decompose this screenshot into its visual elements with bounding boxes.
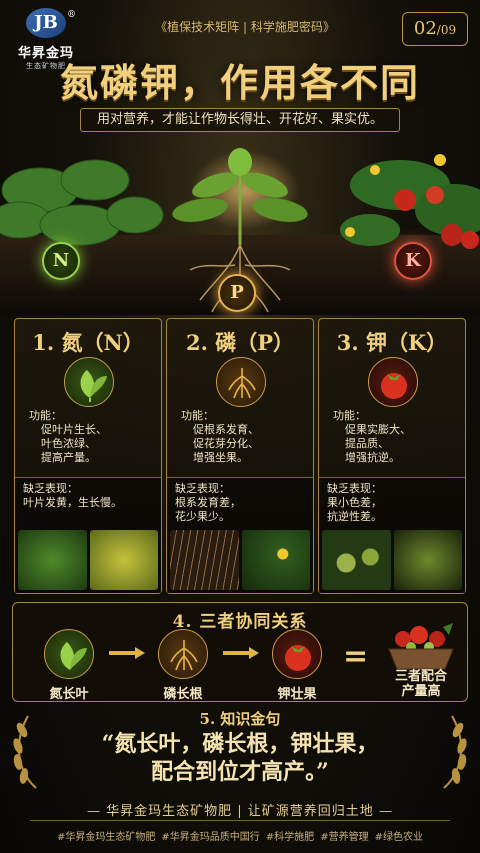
potassium-badge: K xyxy=(394,242,432,280)
function-label: 功能： xyxy=(333,409,366,422)
function-item: 促果实膨大、 xyxy=(345,423,411,436)
potassium-card: 3. 钾（K） 功能： 促果实膨大、 提品质、 增强抗逆。 缺乏表现： 果小色差… xyxy=(318,318,466,594)
function-label: 功能： xyxy=(29,409,62,422)
deficiency-section: 缺乏表现： 叶片发黄，生长慢。 xyxy=(15,477,161,593)
hashtag[interactable]: #绿色农业 xyxy=(375,828,423,843)
function-item: 叶色浓绿、 xyxy=(41,437,96,450)
quote-section: 5. 知识金句 “氮长叶，磷长根，钾壮果， 配合到位才高产。” xyxy=(30,708,450,794)
hero-scene: N P K xyxy=(0,140,480,315)
function-item: 提高产量。 xyxy=(41,451,96,464)
card-title: 2. 磷（P） xyxy=(185,330,295,355)
nitrogen-card: 1. 氮（N） 功能： 促叶片生长、 叶色浓绿、 提高产量。 缺乏表现： 叶片发… xyxy=(14,318,162,594)
deficiency-text: 缺乏表现： 根系发育差， 花少果少。 xyxy=(175,482,241,524)
phosphorus-badge: P xyxy=(218,274,256,312)
root-photo xyxy=(170,530,239,590)
damaged-leaf-photo xyxy=(393,530,462,590)
deficiency-section: 缺乏表现： 根系发育差， 花少果少。 xyxy=(167,477,313,593)
synergy-section: 4. 三者协同关系 氮长叶 磷长根 钾壮果 = 三者配合 产量高 xyxy=(12,602,468,702)
quote-text: “氮长叶，磷长根，钾壮果， 配合到位才高产。” xyxy=(30,730,450,786)
page-current: 02 xyxy=(413,18,437,39)
leafy-plant-icon xyxy=(0,159,164,246)
green-tomatoes-photo xyxy=(322,530,391,590)
deficiency-label: 缺乏表现： xyxy=(327,482,382,495)
deficiency-photos xyxy=(322,530,462,590)
synergy-label: 氮长叶 xyxy=(49,687,89,702)
quote-line: “氮长叶，磷长根，钾壮果， xyxy=(101,731,379,757)
deficiency-line: 抗逆性差。 xyxy=(327,510,382,523)
synergy-label: 磷长根 xyxy=(163,687,203,702)
page-indicator: 02/09 xyxy=(402,12,468,46)
subtitle: 用对营养，才能让作物长得壮、开花好、果实优。 xyxy=(80,108,400,132)
function-list: 功能： 促叶片生长、 叶色浓绿、 提高产量。 xyxy=(29,409,107,465)
roots-icon xyxy=(216,357,266,407)
card-title: 1. 氮（N） xyxy=(32,330,144,355)
function-item: 促叶片生长、 xyxy=(41,423,107,436)
function-item: 提品质、 xyxy=(345,437,389,450)
hashtag[interactable]: #华昇金玛生态矿物肥 xyxy=(57,828,155,843)
deficiency-section: 缺乏表现： 果小色差， 抗逆性差。 xyxy=(319,477,465,593)
deficiency-line: 根系发育差， xyxy=(175,496,241,509)
quote-heading: 5. 知识金句 xyxy=(199,710,281,728)
flower-plant-photo xyxy=(241,530,310,590)
arrow-right-icon xyxy=(223,647,259,659)
equals-sign: = xyxy=(343,639,369,674)
leaf-icon xyxy=(64,357,114,407)
function-list: 功能： 促果实膨大、 提品质、 增强抗逆。 xyxy=(333,409,411,465)
function-item: 增强抗逆。 xyxy=(345,451,400,464)
leaf-icon xyxy=(44,629,94,679)
synergy-potassium: 钾壮果 xyxy=(267,629,327,702)
tomato-icon xyxy=(272,629,322,679)
deficiency-line: 果小色差， xyxy=(327,496,382,509)
harvest-basket-icon xyxy=(388,623,454,670)
hashtag[interactable]: #科学施肥 xyxy=(266,828,314,843)
function-item: 促花芽分化、 xyxy=(193,437,259,450)
nitrogen-badge: N xyxy=(42,242,80,280)
logo-mark: JB xyxy=(26,8,66,38)
phosphorus-card: 2. 磷（P） 功能： 促根系发育、 促花芽分化、 增强坐果。 缺乏表现： 根系… xyxy=(166,318,314,594)
hashtag[interactable]: #营养管理 xyxy=(320,828,368,843)
synergy-phosphorus: 磷长根 xyxy=(153,629,213,702)
card-title: 3. 钾（K） xyxy=(336,330,448,355)
arrow-right-icon xyxy=(109,647,145,659)
deficiency-photos xyxy=(170,530,310,590)
roots-icon xyxy=(158,629,208,679)
deficiency-line: 花少果少。 xyxy=(175,510,230,523)
deficiency-line: 叶片发黄，生长慢。 xyxy=(23,496,122,509)
function-list: 功能： 促根系发育、 促花芽分化、 增强坐果。 xyxy=(181,409,259,465)
series-tagline: 《植保技术矩阵 | 科学施肥密码》 xyxy=(155,20,335,34)
seedling-icon xyxy=(172,148,308,245)
footer-divider xyxy=(30,820,450,821)
deficiency-label: 缺乏表现： xyxy=(175,482,230,495)
tomato-icon xyxy=(368,357,418,407)
deficiency-photos xyxy=(18,530,158,590)
page-total: /09 xyxy=(436,23,457,37)
deficiency-text: 缺乏表现： 叶片发黄，生长慢。 xyxy=(23,482,122,510)
result-line: 产量高 xyxy=(401,684,441,699)
hashtag-row: #华昇金玛生态矿物肥 #华昇金玛品质中国行 #科学施肥 #营养管理 #绿色农业 xyxy=(0,828,480,843)
page-title: 氮磷钾，作用各不同 xyxy=(59,60,420,105)
function-item: 增强坐果。 xyxy=(193,451,248,464)
infographic-page: JB ® 华昇金玛 生态矿物肥 《植保技术矩阵 | 科学施肥密码》 02/09 … xyxy=(0,0,480,853)
hashtag[interactable]: #华昇金玛品质中国行 xyxy=(161,828,259,843)
function-item: 促根系发育、 xyxy=(193,423,259,436)
yellow-leaf-photo xyxy=(89,530,158,590)
deficiency-text: 缺乏表现： 果小色差， 抗逆性差。 xyxy=(327,482,382,524)
tomato-plant-icon xyxy=(340,154,480,249)
deficiency-label: 缺乏表现： xyxy=(23,482,78,495)
registered-mark: ® xyxy=(67,10,76,20)
quote-line: 配合到位才高产。” xyxy=(151,759,329,785)
function-label: 功能： xyxy=(181,409,214,422)
synergy-nitrogen: 氮长叶 xyxy=(39,629,99,702)
synergy-result: 三者配合 产量高 xyxy=(379,669,463,699)
synergy-label: 钾壮果 xyxy=(277,687,317,702)
footer-slogan: — 华昇金玛生态矿物肥 | 让矿源营养回归土地 — xyxy=(87,804,393,819)
result-line: 三者配合 xyxy=(394,669,447,684)
healthy-leaf-photo xyxy=(18,530,87,590)
